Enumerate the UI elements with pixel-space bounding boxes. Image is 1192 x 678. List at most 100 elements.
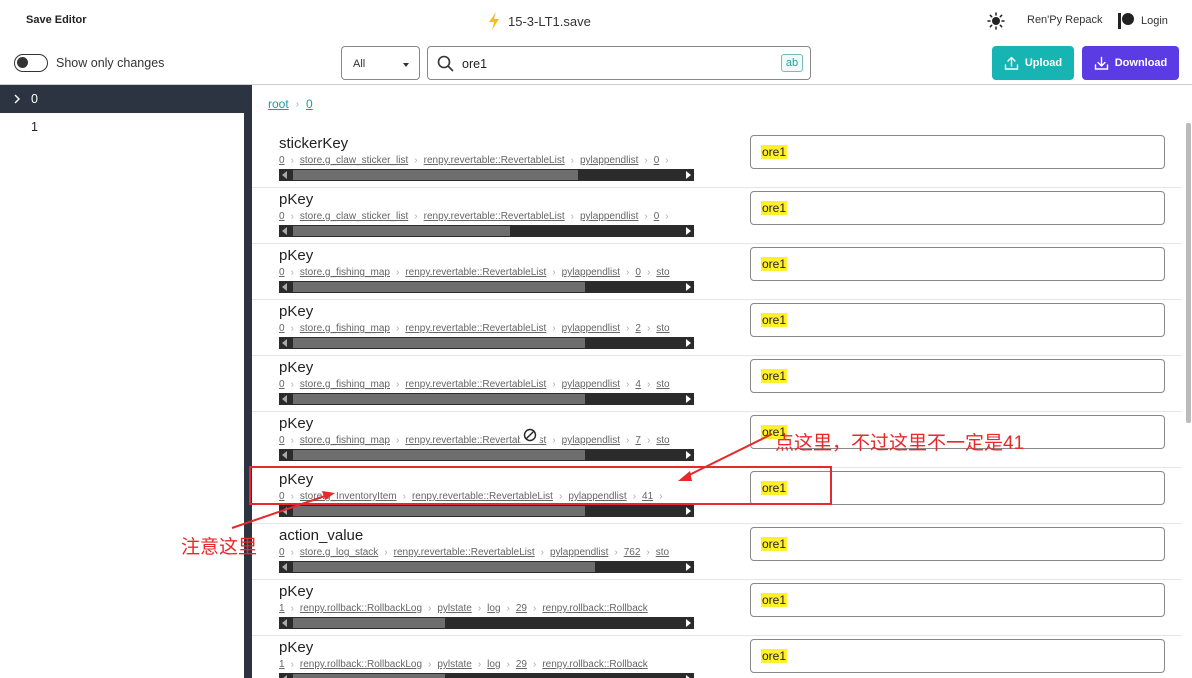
path-segment-link[interactable]: 0 <box>279 155 285 166</box>
path-segment-link[interactable]: pylappendlist <box>580 155 638 166</box>
path-segment-link[interactable]: 2 <box>635 323 641 334</box>
scroll-left-icon[interactable] <box>282 507 287 515</box>
scroll-right-icon[interactable] <box>686 451 691 459</box>
search-input[interactable] <box>462 54 762 74</box>
path-horizontal-scrollbar[interactable] <box>279 225 694 237</box>
row-value-input[interactable]: ore1 <box>750 583 1165 617</box>
path-segment-link[interactable]: sto <box>656 435 669 446</box>
scroll-right-icon[interactable] <box>686 507 691 515</box>
path-horizontal-scrollbar[interactable] <box>279 561 694 573</box>
scroll-right-icon[interactable] <box>686 619 691 627</box>
scroll-right-icon[interactable] <box>686 395 691 403</box>
vertical-scrollbar[interactable] <box>1186 123 1191 423</box>
scrollbar-thumb[interactable] <box>293 226 510 236</box>
path-segment-link[interactable]: renpy.revertable::RevertableList <box>394 547 535 558</box>
breadcrumb-current-link[interactable]: 0 <box>306 97 313 111</box>
path-segment-link[interactable]: 0 <box>654 155 660 166</box>
path-segment-link[interactable]: pylappendlist <box>562 379 620 390</box>
path-segment-link[interactable]: 29 <box>516 659 527 670</box>
path-segment-link[interactable]: store.g_claw_sticker_list <box>300 155 408 166</box>
row-value-input[interactable]: ore1 <box>750 359 1165 393</box>
scrollbar-thumb[interactable] <box>293 394 585 404</box>
row-value-input[interactable]: ore1 <box>750 303 1165 337</box>
path-segment-link[interactable]: 0 <box>279 211 285 222</box>
renpy-repack-link[interactable]: Ren'Py Repack <box>1027 14 1102 26</box>
path-segment-link[interactable]: sto <box>656 323 669 334</box>
path-horizontal-scrollbar[interactable] <box>279 169 694 181</box>
path-segment-link[interactable]: pylappendlist <box>550 547 608 558</box>
path-segment-link[interactable]: renpy.rollback::Rollback <box>542 659 647 670</box>
row-value-input[interactable]: ore1 <box>750 247 1165 281</box>
scroll-right-icon[interactable] <box>686 339 691 347</box>
scrollbar-thumb[interactable] <box>293 450 585 460</box>
match-case-button[interactable]: ab <box>781 54 803 72</box>
path-segment-link[interactable]: 762 <box>624 547 641 558</box>
path-segment-link[interactable]: store.g_fishing_map <box>300 435 390 446</box>
path-segment-link[interactable]: 0 <box>279 435 285 446</box>
path-segment-link[interactable]: sto <box>656 379 669 390</box>
path-segment-link[interactable]: renpy.rollback::Rollback <box>542 603 647 614</box>
path-segment-link[interactable]: 0 <box>654 211 660 222</box>
path-horizontal-scrollbar[interactable] <box>279 449 694 461</box>
path-segment-link[interactable]: 0 <box>279 323 285 334</box>
scrollbar-thumb[interactable] <box>293 282 585 292</box>
tree-item-0[interactable]: 0 <box>0 85 244 113</box>
row-value-input[interactable]: ore1 <box>750 639 1165 673</box>
path-segment-link[interactable]: 29 <box>516 603 527 614</box>
path-segment-link[interactable]: renpy.revertable::RevertableList <box>424 211 565 222</box>
path-segment-link[interactable]: store.g_fishing_map <box>300 267 390 278</box>
path-horizontal-scrollbar[interactable] <box>279 617 694 629</box>
path-segment-link[interactable]: renpy.revertable::RevertableList <box>405 379 546 390</box>
path-segment-link[interactable]: renpy.revertable::RevertableList <box>405 267 546 278</box>
path-segment-link[interactable]: 0 <box>279 379 285 390</box>
path-horizontal-scrollbar[interactable] <box>279 281 694 293</box>
path-segment-link[interactable]: renpy.revertable::RevertableList <box>405 323 546 334</box>
scroll-right-icon[interactable] <box>686 563 691 571</box>
sidebar-resize-handle[interactable] <box>244 85 252 678</box>
scroll-left-icon[interactable] <box>282 171 287 179</box>
upload-button[interactable]: Upload <box>992 46 1074 80</box>
login-link[interactable]: Login <box>1117 12 1168 30</box>
scroll-left-icon[interactable] <box>282 563 287 571</box>
path-segment-link[interactable]: 4 <box>635 379 641 390</box>
path-segment-link[interactable]: pylappendlist <box>562 323 620 334</box>
breadcrumb-root-link[interactable]: root <box>268 97 289 111</box>
path-segment-link[interactable]: store.g_log_stack <box>300 547 378 558</box>
path-segment-link[interactable]: log <box>487 603 500 614</box>
scroll-right-icon[interactable] <box>686 171 691 179</box>
scroll-left-icon[interactable] <box>282 283 287 291</box>
path-segment-link[interactable]: renpy.rollback::RollbackLog <box>300 603 422 614</box>
path-segment-link[interactable]: pylstate <box>437 659 471 670</box>
chevron-right-icon[interactable] <box>13 94 21 104</box>
path-segment-link[interactable]: 1 <box>279 659 285 670</box>
path-segment-link[interactable]: store.g_fishing_map <box>300 323 390 334</box>
path-segment-link[interactable]: pylappendlist <box>580 211 638 222</box>
row-value-input[interactable]: ore1 <box>750 527 1165 561</box>
scrollbar-thumb[interactable] <box>293 170 578 180</box>
scrollbar-thumb[interactable] <box>293 506 585 516</box>
path-segment-link[interactable]: renpy.revertable::RevertableList <box>424 155 565 166</box>
scroll-left-icon[interactable] <box>282 339 287 347</box>
tree-item-1[interactable]: 1 <box>0 113 244 141</box>
scrollbar-thumb[interactable] <box>293 674 445 678</box>
show-changes-toggle[interactable] <box>14 54 48 72</box>
scroll-left-icon[interactable] <box>282 619 287 627</box>
path-segment-link[interactable]: store.g_claw_sticker_list <box>300 211 408 222</box>
scroll-left-icon[interactable] <box>282 395 287 403</box>
scroll-left-icon[interactable] <box>282 451 287 459</box>
row-value-input[interactable]: ore1 <box>750 191 1165 225</box>
scrollbar-thumb[interactable] <box>293 338 585 348</box>
path-horizontal-scrollbar[interactable] <box>279 505 694 517</box>
path-segment-link[interactable]: 0 <box>635 267 641 278</box>
scroll-right-icon[interactable] <box>686 283 691 291</box>
path-segment-link[interactable]: 0 <box>279 267 285 278</box>
path-horizontal-scrollbar[interactable] <box>279 673 694 678</box>
scrollbar-thumb[interactable] <box>293 562 595 572</box>
scroll-left-icon[interactable] <box>282 227 287 235</box>
path-segment-link[interactable]: pylappendlist <box>562 267 620 278</box>
path-segment-link[interactable]: 7 <box>635 435 641 446</box>
path-segment-link[interactable]: pylstate <box>437 603 471 614</box>
path-segment-link[interactable]: 0 <box>279 547 285 558</box>
path-segment-link[interactable]: pylappendlist <box>562 435 620 446</box>
scroll-right-icon[interactable] <box>686 227 691 235</box>
